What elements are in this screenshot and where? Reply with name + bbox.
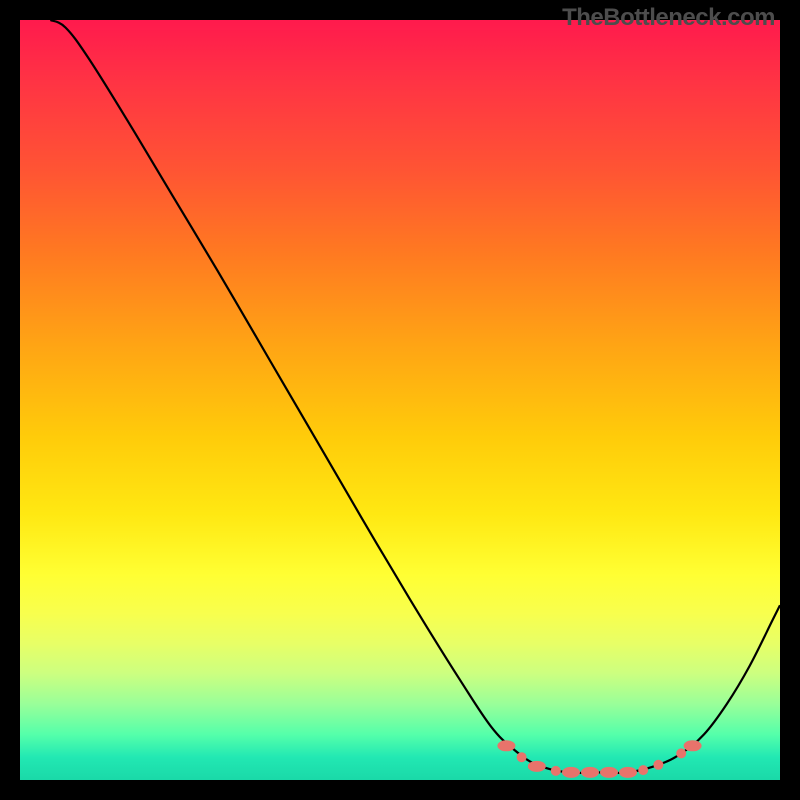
chart-plot-area [20,20,780,780]
watermark-text: TheBottleneck.com [562,4,775,32]
marker-dot [638,765,648,775]
marker-oval [562,767,580,778]
bottleneck-curve [50,20,780,773]
chart-svg [20,20,780,780]
marker-dot [551,766,561,776]
marker-dot [517,752,527,762]
marker-oval [600,767,618,778]
marker-oval [528,761,546,772]
marker-dot [653,760,663,770]
marker-oval [684,740,702,751]
marker-oval [619,767,637,778]
marker-oval [497,740,515,751]
marker-oval [581,767,599,778]
marker-dot [676,748,686,758]
